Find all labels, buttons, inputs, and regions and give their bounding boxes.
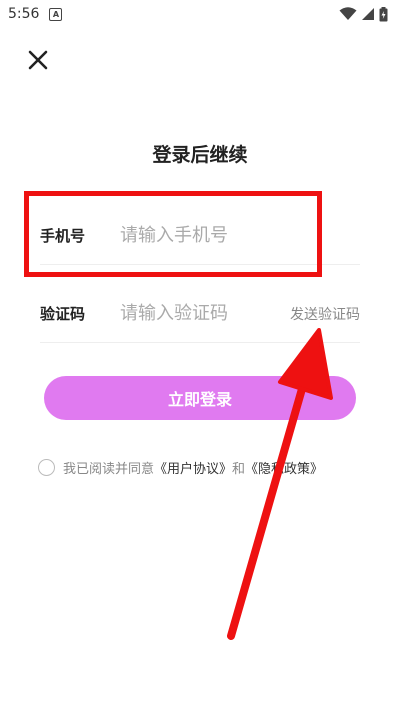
agreement-row: 我已阅读并同意 《用户协议》 和 《隐私政策》 (38, 456, 368, 478)
agreement-prefix: 我已阅读并同意 (63, 461, 155, 477)
battery-icon (379, 6, 388, 21)
phone-label: 手机号 (40, 227, 86, 245)
phone-field-row: 手机号 (40, 207, 360, 265)
code-field-row: 验证码 发送验证码 (40, 285, 360, 343)
code-label: 验证码 (40, 305, 86, 323)
page-title: 登录后继续 (152, 144, 248, 166)
send-code-button[interactable]: 发送验证码 (290, 304, 360, 324)
annotation-arrow (227, 328, 333, 640)
status-time: 5:56 (8, 6, 40, 22)
user-agreement-link[interactable]: 《用户协议》 (154, 458, 232, 477)
status-icons (339, 6, 388, 22)
signal-icon (362, 8, 374, 20)
agreement-checkbox[interactable] (38, 458, 55, 476)
close-button[interactable] (24, 46, 52, 74)
close-icon (28, 50, 48, 70)
phone-input[interactable] (120, 225, 360, 246)
wifi-icon (339, 7, 357, 20)
agreement-conjunction: 和 (232, 461, 246, 477)
login-button[interactable]: 立即登录 (44, 376, 356, 420)
code-input[interactable] (120, 303, 290, 324)
status-bar: 5:56 A (0, 0, 400, 28)
privacy-policy-link[interactable]: 《隐私政策》 (245, 458, 323, 477)
notification-icon: A (49, 7, 63, 21)
